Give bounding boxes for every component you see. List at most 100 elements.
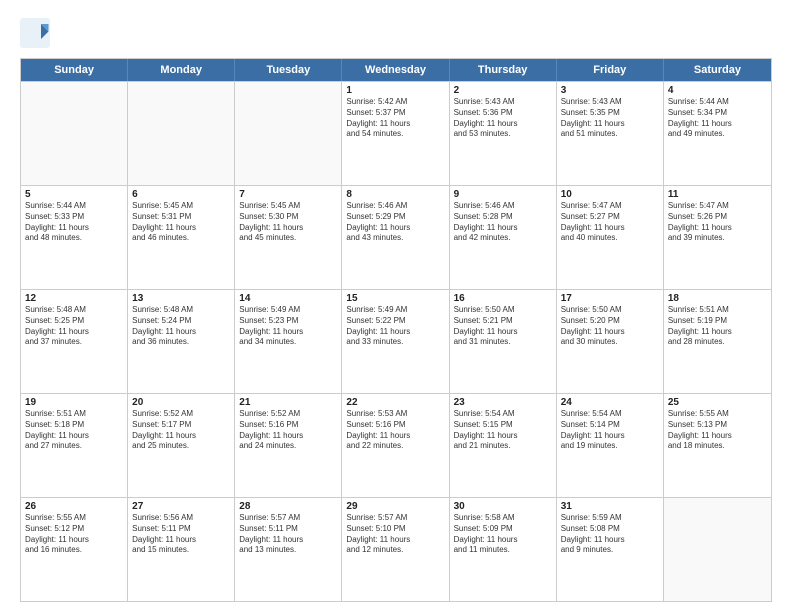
header-day-tuesday: Tuesday <box>235 59 342 81</box>
day-number: 11 <box>668 189 767 200</box>
day-number: 28 <box>239 501 337 512</box>
header-day-saturday: Saturday <box>664 59 771 81</box>
day-info: Sunrise: 5:51 AM Sunset: 5:18 PM Dayligh… <box>25 409 123 452</box>
page: SundayMondayTuesdayWednesdayThursdayFrid… <box>0 0 792 612</box>
day-number: 27 <box>132 501 230 512</box>
day-number: 9 <box>454 189 552 200</box>
day-number: 13 <box>132 293 230 304</box>
day-cell-17: 17Sunrise: 5:50 AM Sunset: 5:20 PM Dayli… <box>557 290 664 393</box>
day-info: Sunrise: 5:47 AM Sunset: 5:27 PM Dayligh… <box>561 201 659 244</box>
day-number: 26 <box>25 501 123 512</box>
day-number: 21 <box>239 397 337 408</box>
empty-cell <box>128 82 235 185</box>
day-cell-29: 29Sunrise: 5:57 AM Sunset: 5:10 PM Dayli… <box>342 498 449 601</box>
calendar-body: 1Sunrise: 5:42 AM Sunset: 5:37 PM Daylig… <box>21 81 771 601</box>
day-info: Sunrise: 5:55 AM Sunset: 5:13 PM Dayligh… <box>668 409 767 452</box>
day-cell-30: 30Sunrise: 5:58 AM Sunset: 5:09 PM Dayli… <box>450 498 557 601</box>
day-info: Sunrise: 5:54 AM Sunset: 5:14 PM Dayligh… <box>561 409 659 452</box>
day-info: Sunrise: 5:53 AM Sunset: 5:16 PM Dayligh… <box>346 409 444 452</box>
day-number: 4 <box>668 85 767 96</box>
day-info: Sunrise: 5:43 AM Sunset: 5:36 PM Dayligh… <box>454 97 552 140</box>
day-info: Sunrise: 5:54 AM Sunset: 5:15 PM Dayligh… <box>454 409 552 452</box>
day-cell-15: 15Sunrise: 5:49 AM Sunset: 5:22 PM Dayli… <box>342 290 449 393</box>
day-info: Sunrise: 5:49 AM Sunset: 5:22 PM Dayligh… <box>346 305 444 348</box>
calendar-row-3: 19Sunrise: 5:51 AM Sunset: 5:18 PM Dayli… <box>21 393 771 497</box>
day-info: Sunrise: 5:52 AM Sunset: 5:17 PM Dayligh… <box>132 409 230 452</box>
day-info: Sunrise: 5:48 AM Sunset: 5:24 PM Dayligh… <box>132 305 230 348</box>
day-number: 31 <box>561 501 659 512</box>
day-number: 22 <box>346 397 444 408</box>
calendar-row-1: 5Sunrise: 5:44 AM Sunset: 5:33 PM Daylig… <box>21 185 771 289</box>
day-cell-3: 3Sunrise: 5:43 AM Sunset: 5:35 PM Daylig… <box>557 82 664 185</box>
day-cell-22: 22Sunrise: 5:53 AM Sunset: 5:16 PM Dayli… <box>342 394 449 497</box>
day-info: Sunrise: 5:48 AM Sunset: 5:25 PM Dayligh… <box>25 305 123 348</box>
day-number: 23 <box>454 397 552 408</box>
day-number: 5 <box>25 189 123 200</box>
header-day-wednesday: Wednesday <box>342 59 449 81</box>
empty-cell <box>664 498 771 601</box>
day-cell-6: 6Sunrise: 5:45 AM Sunset: 5:31 PM Daylig… <box>128 186 235 289</box>
day-info: Sunrise: 5:46 AM Sunset: 5:28 PM Dayligh… <box>454 201 552 244</box>
day-number: 3 <box>561 85 659 96</box>
day-cell-25: 25Sunrise: 5:55 AM Sunset: 5:13 PM Dayli… <box>664 394 771 497</box>
day-cell-19: 19Sunrise: 5:51 AM Sunset: 5:18 PM Dayli… <box>21 394 128 497</box>
day-info: Sunrise: 5:46 AM Sunset: 5:29 PM Dayligh… <box>346 201 444 244</box>
day-number: 1 <box>346 85 444 96</box>
logo <box>20 18 54 48</box>
header-day-thursday: Thursday <box>450 59 557 81</box>
day-info: Sunrise: 5:55 AM Sunset: 5:12 PM Dayligh… <box>25 513 123 556</box>
day-cell-21: 21Sunrise: 5:52 AM Sunset: 5:16 PM Dayli… <box>235 394 342 497</box>
day-info: Sunrise: 5:51 AM Sunset: 5:19 PM Dayligh… <box>668 305 767 348</box>
day-cell-5: 5Sunrise: 5:44 AM Sunset: 5:33 PM Daylig… <box>21 186 128 289</box>
header-day-monday: Monday <box>128 59 235 81</box>
day-number: 17 <box>561 293 659 304</box>
day-info: Sunrise: 5:50 AM Sunset: 5:21 PM Dayligh… <box>454 305 552 348</box>
day-cell-18: 18Sunrise: 5:51 AM Sunset: 5:19 PM Dayli… <box>664 290 771 393</box>
day-number: 20 <box>132 397 230 408</box>
day-cell-31: 31Sunrise: 5:59 AM Sunset: 5:08 PM Dayli… <box>557 498 664 601</box>
day-info: Sunrise: 5:45 AM Sunset: 5:31 PM Dayligh… <box>132 201 230 244</box>
day-cell-1: 1Sunrise: 5:42 AM Sunset: 5:37 PM Daylig… <box>342 82 449 185</box>
day-cell-11: 11Sunrise: 5:47 AM Sunset: 5:26 PM Dayli… <box>664 186 771 289</box>
day-info: Sunrise: 5:50 AM Sunset: 5:20 PM Dayligh… <box>561 305 659 348</box>
day-number: 2 <box>454 85 552 96</box>
header-day-friday: Friday <box>557 59 664 81</box>
day-cell-10: 10Sunrise: 5:47 AM Sunset: 5:27 PM Dayli… <box>557 186 664 289</box>
day-cell-26: 26Sunrise: 5:55 AM Sunset: 5:12 PM Dayli… <box>21 498 128 601</box>
day-info: Sunrise: 5:57 AM Sunset: 5:10 PM Dayligh… <box>346 513 444 556</box>
day-number: 8 <box>346 189 444 200</box>
day-info: Sunrise: 5:57 AM Sunset: 5:11 PM Dayligh… <box>239 513 337 556</box>
day-cell-9: 9Sunrise: 5:46 AM Sunset: 5:28 PM Daylig… <box>450 186 557 289</box>
day-info: Sunrise: 5:42 AM Sunset: 5:37 PM Dayligh… <box>346 97 444 140</box>
day-cell-14: 14Sunrise: 5:49 AM Sunset: 5:23 PM Dayli… <box>235 290 342 393</box>
day-number: 24 <box>561 397 659 408</box>
day-cell-24: 24Sunrise: 5:54 AM Sunset: 5:14 PM Dayli… <box>557 394 664 497</box>
day-cell-28: 28Sunrise: 5:57 AM Sunset: 5:11 PM Dayli… <box>235 498 342 601</box>
day-info: Sunrise: 5:56 AM Sunset: 5:11 PM Dayligh… <box>132 513 230 556</box>
day-info: Sunrise: 5:47 AM Sunset: 5:26 PM Dayligh… <box>668 201 767 244</box>
calendar-header: SundayMondayTuesdayWednesdayThursdayFrid… <box>21 59 771 81</box>
day-number: 16 <box>454 293 552 304</box>
day-cell-12: 12Sunrise: 5:48 AM Sunset: 5:25 PM Dayli… <box>21 290 128 393</box>
day-number: 6 <box>132 189 230 200</box>
day-cell-16: 16Sunrise: 5:50 AM Sunset: 5:21 PM Dayli… <box>450 290 557 393</box>
day-number: 25 <box>668 397 767 408</box>
logo-icon <box>20 18 50 48</box>
day-info: Sunrise: 5:43 AM Sunset: 5:35 PM Dayligh… <box>561 97 659 140</box>
day-info: Sunrise: 5:58 AM Sunset: 5:09 PM Dayligh… <box>454 513 552 556</box>
empty-cell <box>21 82 128 185</box>
day-info: Sunrise: 5:52 AM Sunset: 5:16 PM Dayligh… <box>239 409 337 452</box>
day-info: Sunrise: 5:59 AM Sunset: 5:08 PM Dayligh… <box>561 513 659 556</box>
day-number: 15 <box>346 293 444 304</box>
day-cell-20: 20Sunrise: 5:52 AM Sunset: 5:17 PM Dayli… <box>128 394 235 497</box>
day-cell-4: 4Sunrise: 5:44 AM Sunset: 5:34 PM Daylig… <box>664 82 771 185</box>
day-number: 29 <box>346 501 444 512</box>
day-info: Sunrise: 5:44 AM Sunset: 5:34 PM Dayligh… <box>668 97 767 140</box>
day-cell-2: 2Sunrise: 5:43 AM Sunset: 5:36 PM Daylig… <box>450 82 557 185</box>
calendar: SundayMondayTuesdayWednesdayThursdayFrid… <box>20 58 772 602</box>
calendar-row-0: 1Sunrise: 5:42 AM Sunset: 5:37 PM Daylig… <box>21 81 771 185</box>
day-info: Sunrise: 5:45 AM Sunset: 5:30 PM Dayligh… <box>239 201 337 244</box>
day-number: 10 <box>561 189 659 200</box>
day-cell-23: 23Sunrise: 5:54 AM Sunset: 5:15 PM Dayli… <box>450 394 557 497</box>
day-cell-7: 7Sunrise: 5:45 AM Sunset: 5:30 PM Daylig… <box>235 186 342 289</box>
